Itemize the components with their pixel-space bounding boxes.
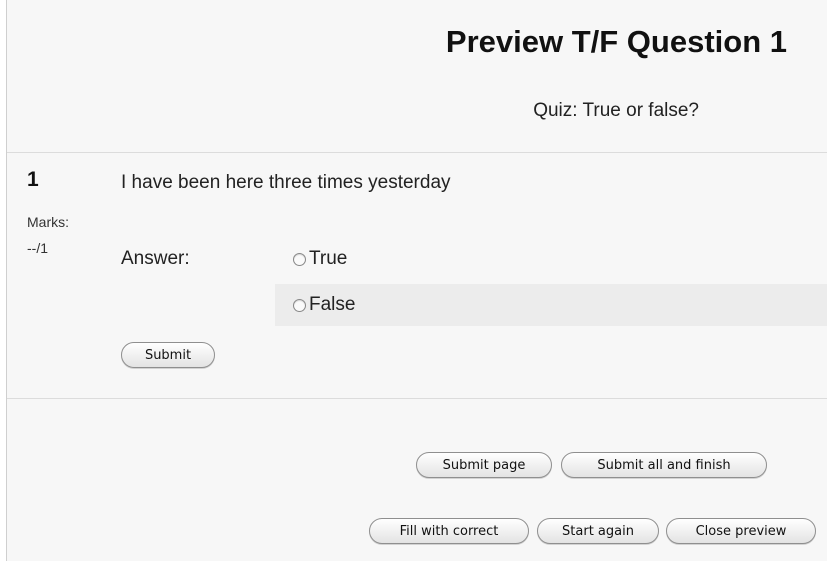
radio-true[interactable]: [293, 252, 306, 266]
question-text: I have been here three times yesterday: [121, 172, 451, 193]
fill-with-correct-button[interactable]: Fill with correct: [369, 518, 529, 544]
quiz-subtitle: Quiz: True or false?: [533, 100, 699, 121]
start-again-button[interactable]: Start again: [537, 518, 659, 544]
page-title: Preview T/F Question 1: [445, 24, 787, 59]
option-label-true: True: [309, 248, 348, 269]
answer-label: Answer:: [121, 248, 190, 269]
answer-option-true[interactable]: True: [275, 238, 827, 280]
radio-false[interactable]: [293, 298, 306, 312]
close-preview-button[interactable]: Close preview: [666, 518, 816, 544]
answer-option-false[interactable]: False: [275, 284, 827, 326]
option-label-false: False: [309, 294, 356, 315]
submit-page-button[interactable]: Submit page: [416, 452, 552, 478]
question-divider: [7, 398, 827, 399]
marks-label: Marks:: [27, 214, 69, 230]
header-divider: [7, 152, 827, 153]
marks-value: --/1: [27, 240, 48, 256]
question-number: 1: [27, 168, 39, 191]
submit-all-finish-button[interactable]: Submit all and finish: [561, 452, 767, 478]
submit-button[interactable]: Submit: [121, 342, 215, 368]
preview-panel: Preview T/F Question 1 Quiz: True or fal…: [6, 0, 827, 561]
